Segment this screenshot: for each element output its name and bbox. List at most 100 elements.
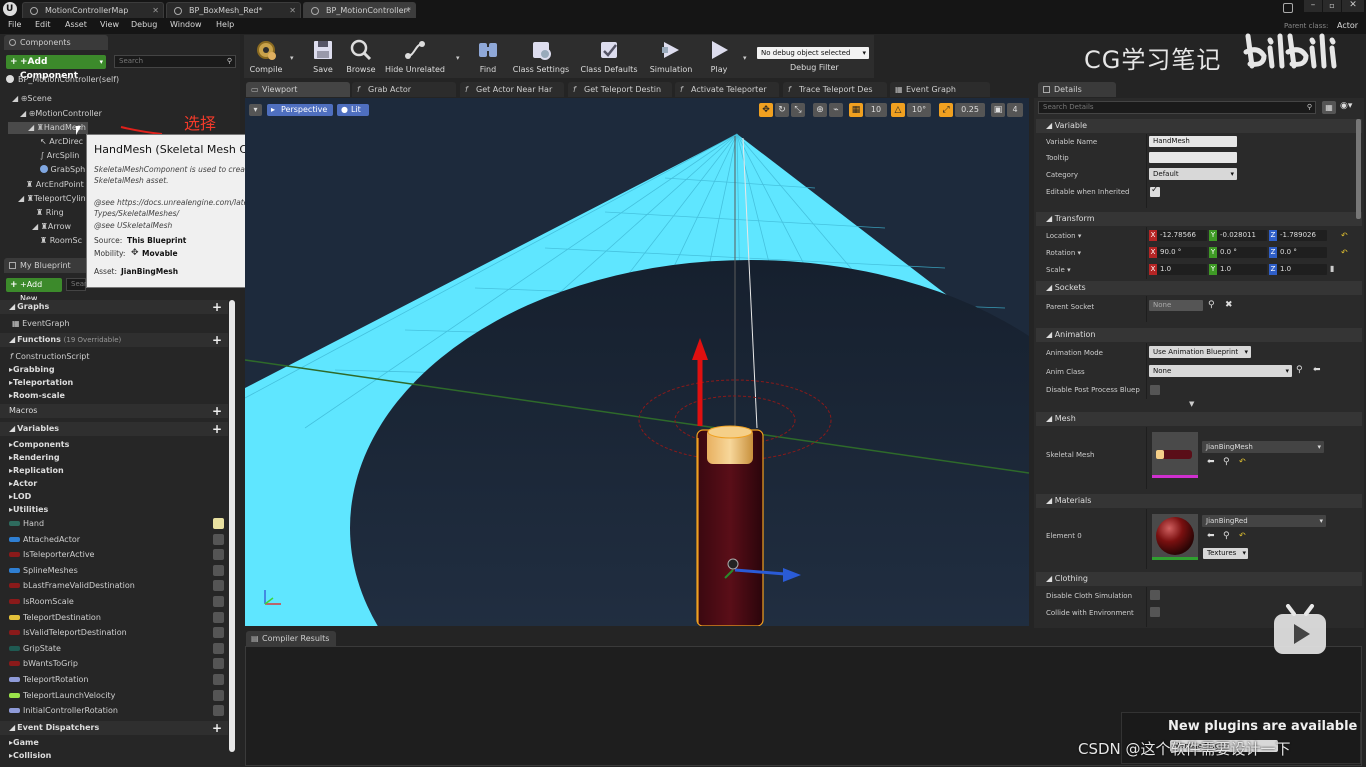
mesh-reset-icon[interactable]: ↶ [1239,457,1246,466]
location-z-input[interactable]: Z -1.789026 [1269,230,1327,241]
hide-unrelated-button[interactable]: Hide Unrelated [382,36,448,76]
component-motion-controller[interactable]: ◢ ⊕MotionController [20,109,102,118]
add-function-button[interactable]: + [212,333,222,347]
scale-snap-value[interactable]: 0.25 [955,103,985,117]
variable-category-replication[interactable]: ▸Replication [9,466,64,475]
advanced-expand-icon[interactable]: ▼ [1189,400,1194,408]
material-use-icon[interactable]: ⬅ [1207,531,1215,541]
tab-bp-boxmesh-red[interactable]: BP_BoxMesh_Red* ✕ [166,2,301,18]
variable-name-input[interactable]: HandMesh [1149,136,1237,147]
grid-snap-icon[interactable]: ▦ [849,103,863,117]
anim-class-search-icon[interactable]: ⚲ [1296,365,1303,375]
menu-file[interactable]: File [8,20,21,29]
tab-get-actor-near-hand[interactable]: f Get Actor Near Har [460,82,564,97]
rotation-y-input[interactable]: Y 0.0 ° [1209,247,1267,258]
my-blueprint-search-input[interactable]: Search [66,278,95,291]
visibility-closed-eye-icon[interactable] [213,627,224,639]
camera-speed-value[interactable]: 4 [1007,103,1023,117]
debug-object-select[interactable]: No debug object selected ▾ [757,47,869,59]
tab-trace-teleport-destination[interactable]: f Trace Teleport Des [783,82,887,97]
close-window-button[interactable]: ✕ [1342,0,1364,12]
save-button[interactable]: Save [304,36,342,76]
menu-window[interactable]: Window [170,20,202,29]
item-event-graph[interactable]: ▦ EventGraph [12,319,70,328]
camera-speed-icon[interactable]: ▣ [991,103,1005,117]
translate-tool-icon[interactable]: ✥ [759,103,773,117]
class-defaults-button[interactable]: Class Defaults [576,36,642,76]
function-category-room-scale[interactable]: ▸Room-scale [9,391,65,400]
disable-post-process-checkbox[interactable] [1150,385,1160,395]
add-dispatcher-button[interactable]: + [212,721,222,735]
lit-button[interactable]: ● Lit [337,104,369,116]
location-x-input[interactable]: X -12.78566 [1149,230,1207,241]
variable-item[interactable]: bLastFrameValidDestination [0,578,228,593]
mesh-browse-icon[interactable]: ⚲ [1223,457,1230,467]
material-browse-icon[interactable]: ⚲ [1223,531,1230,541]
details-section-variable[interactable]: ◢ Variable [1036,119,1362,133]
visibility-closed-eye-icon[interactable] [213,596,224,607]
property-matrix-icon[interactable]: ▦ [1322,101,1336,114]
details-panel-header[interactable]: Details [1038,82,1116,97]
visibility-eye-icon[interactable]: ◉▾ [1340,101,1360,114]
details-section-mesh[interactable]: ◢ Mesh [1036,412,1362,426]
skeletal-mesh-thumbnail[interactable] [1152,432,1198,478]
tab-activate-teleporter[interactable]: f Activate Teleporter [675,82,779,97]
menu-edit[interactable]: Edit [35,20,51,29]
rotation-x-input[interactable]: X 90.0 ° [1149,247,1207,258]
textures-button[interactable]: Textures ▾ [1203,548,1248,559]
variable-item[interactable]: AttachedActor [0,532,228,547]
disable-cloth-checkbox[interactable] [1150,590,1160,600]
component-arrow[interactable]: ◢ ♜Arrow [32,222,71,231]
tab-grab-actor[interactable]: f Grab Actor [352,82,456,97]
grid-snap-value[interactable]: 10 [865,103,887,117]
variable-item[interactable]: bWantsToGrip [0,656,228,671]
details-section-animation[interactable]: ◢ Animation [1036,328,1362,342]
variable-item[interactable]: IsValidTeleportDestination [0,625,228,640]
add-graph-button[interactable]: + [212,300,222,314]
variable-item[interactable]: GripState [0,641,228,656]
add-macro-button[interactable]: + [212,404,222,418]
details-section-sockets[interactable]: ◢ Sockets [1036,281,1362,295]
find-button[interactable]: Find [470,36,506,76]
variable-item[interactable]: TeleportDestination [0,610,228,625]
material-thumbnail[interactable] [1152,514,1198,560]
component-ring[interactable]: ♜ Ring [36,208,64,217]
hide-unrelated-options-arrow-icon[interactable]: ▾ [456,54,460,62]
tab-event-graph[interactable]: ▦ Event Graph [890,82,990,97]
viewport[interactable]: ▾ ▸ Perspective ● Lit ✥ ↻ ⤡ ⊕ ⌁ ▦ 10 △ 10°… [245,98,1029,626]
scale-z-input[interactable]: Z 1.0 [1269,264,1327,275]
components-panel-header[interactable]: Components [4,35,108,50]
material-reset-icon[interactable]: ↶ [1239,531,1246,540]
tab-get-teleport-destination[interactable]: f Get Teleport Destin [568,82,672,97]
collide-environment-checkbox[interactable] [1150,607,1160,617]
scale-y-input[interactable]: Y 1.0 [1209,264,1267,275]
menu-help[interactable]: Help [216,20,234,29]
details-section-materials[interactable]: ◢ Materials [1036,494,1362,508]
compile-options-arrow-icon[interactable]: ▾ [290,54,294,62]
maximize-button[interactable]: ▫ [1323,0,1341,12]
location-y-input[interactable]: Y -0.028011 [1209,230,1267,241]
rotation-snap-value[interactable]: 10° [907,103,931,117]
rotate-tool-icon[interactable]: ↻ [775,103,789,117]
class-settings-button[interactable]: Class Settings [510,36,572,76]
component-grabsphere[interactable]: GrabSph [40,165,85,174]
visibility-closed-eye-icon[interactable] [213,533,224,545]
visibility-closed-eye-icon[interactable] [213,658,224,670]
anim-class-use-icon[interactable]: ⬅ [1313,365,1321,375]
variable-category-components[interactable]: ▸Components [9,440,69,449]
variable-item[interactable]: IsRoomScale [0,594,228,609]
viewport-options-button[interactable]: ▾ [249,104,262,116]
add-component-button[interactable]: + +Add Component ▾ [6,55,106,81]
tab-viewport[interactable]: ▭ Viewport [246,82,350,97]
scale-tool-icon[interactable]: ⤡ [791,103,805,117]
skeletal-mesh-select[interactable]: JianBingMesh ▾ [1202,441,1324,453]
visibility-closed-eye-icon[interactable] [213,689,224,701]
components-search-input[interactable]: Search ⚲ [114,55,236,68]
compiler-results-tab[interactable]: ▤ Compiler Results [246,631,336,646]
variable-category-actor[interactable]: ▸Actor [9,479,37,488]
component-arcendpoint[interactable]: ♜ ArcEndPoint [26,180,84,189]
surface-snap-icon[interactable]: ⌁ [829,103,843,117]
details-section-clothing[interactable]: ◢ Clothing [1036,572,1362,586]
parent-class-value[interactable]: Actor [1337,21,1358,30]
details-search-input[interactable]: Search Details ⚲ [1038,101,1316,114]
